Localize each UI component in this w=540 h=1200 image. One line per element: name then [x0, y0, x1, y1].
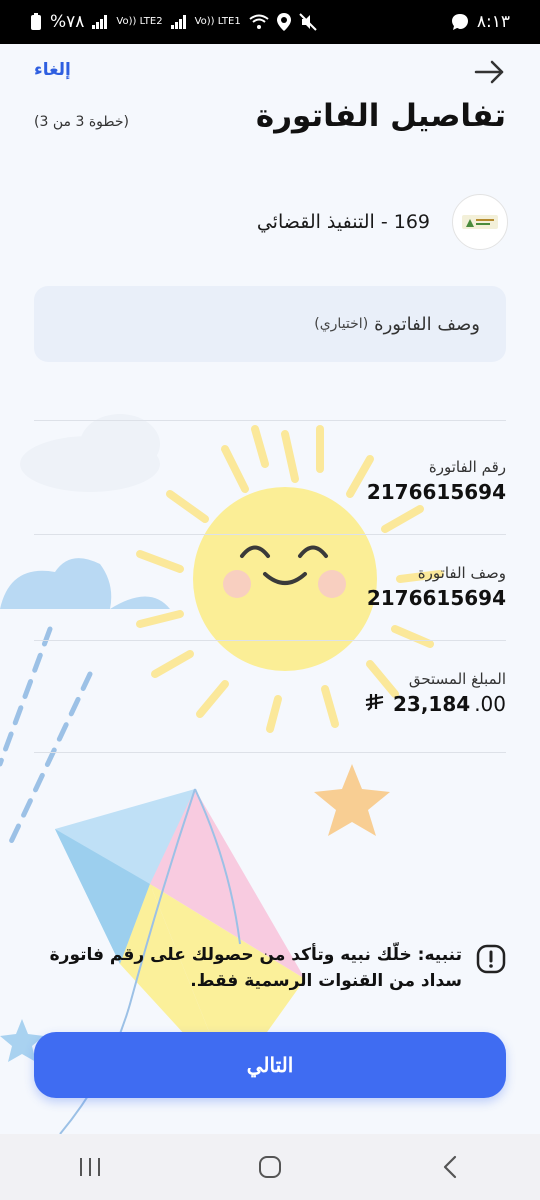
system-nav-bar [0, 1134, 540, 1200]
status-right: ٨:١٣ [451, 12, 510, 32]
next-button[interactable]: التالي [34, 1032, 506, 1098]
invoice-description-field[interactable]: وصف الفاتورة (اختياري) [34, 286, 506, 362]
description-placeholder: وصف الفاتورة [374, 313, 480, 335]
biller-row: 169 - التنفيذ القضائي [257, 194, 508, 250]
warning-notice: تنبيه: خلّك نبيه وتأكد من حصولك على رقم … [34, 942, 506, 994]
chat-notification-icon [451, 14, 468, 30]
battery-icon [31, 13, 41, 30]
back-button[interactable] [420, 1142, 480, 1192]
home-button[interactable] [240, 1142, 300, 1192]
location-icon [276, 13, 291, 31]
amount-due-block: المبلغ المستحق 23,184.00 [365, 670, 506, 716]
step-indicator: (خطوة 3 من 3) [34, 114, 129, 130]
home-icon [259, 1156, 281, 1178]
divider [34, 534, 506, 535]
amount-due-value: 23,184.00 [365, 692, 506, 716]
recents-icon [80, 1158, 100, 1176]
invoice-number-block: رقم الفاتورة 2176615694 [367, 458, 506, 504]
arrow-right-icon[interactable] [470, 56, 510, 88]
recents-button[interactable] [60, 1142, 120, 1192]
sim-2-label: Vo)) LTE2 [116, 16, 163, 27]
blue-cloud-shape [0, 558, 170, 609]
page-title: تفاصيل الفاتورة [255, 98, 506, 134]
invoice-number-value: 2176615694 [366, 480, 506, 504]
signal-icon [92, 15, 108, 29]
judicial-emblem-icon [452, 194, 508, 250]
optional-label: (اختياري) [314, 316, 369, 332]
star-shape [314, 764, 390, 836]
clock: ٨:١٣ [476, 12, 510, 32]
saudi-riyal-icon [365, 694, 384, 711]
biller-name: 169 - التنفيذ القضائي [256, 211, 430, 233]
invoice-description-value: 2176615694 [366, 586, 506, 610]
back-icon [443, 1155, 457, 1179]
amount-decimal: .00 [474, 692, 506, 716]
divider [34, 420, 506, 421]
status-left: %٧٨ Vo)) LTE2 Vo)) LTE1 [30, 12, 317, 32]
divider [34, 640, 506, 641]
signal-icon [170, 15, 186, 29]
invoice-description-label: وصف الفاتورة [417, 564, 506, 582]
sim-1-label: Vo)) LTE1 [194, 16, 241, 27]
amount-due-label: المبلغ المستحق [408, 670, 506, 688]
amount-integer: 23,184 [393, 692, 471, 716]
battery-level: %٧٨ [50, 12, 85, 32]
wifi-icon [249, 14, 269, 29]
invoice-description-block: وصف الفاتورة 2176615694 [367, 564, 506, 610]
cancel-link[interactable]: إلغاء [34, 60, 71, 80]
invoice-number-label: رقم الفاتورة [428, 458, 506, 476]
cloud-shape [20, 414, 160, 492]
mute-icon [299, 13, 317, 31]
exclamation-icon [476, 944, 506, 974]
rain-dashes [0, 626, 93, 847]
notice-text: تنبيه: خلّك نبيه وتأكد من حصولك على رقم … [49, 945, 462, 991]
divider [34, 752, 506, 753]
status-bar: %٧٨ Vo)) LTE2 Vo)) LTE1 ٨:١٣ [0, 0, 540, 44]
